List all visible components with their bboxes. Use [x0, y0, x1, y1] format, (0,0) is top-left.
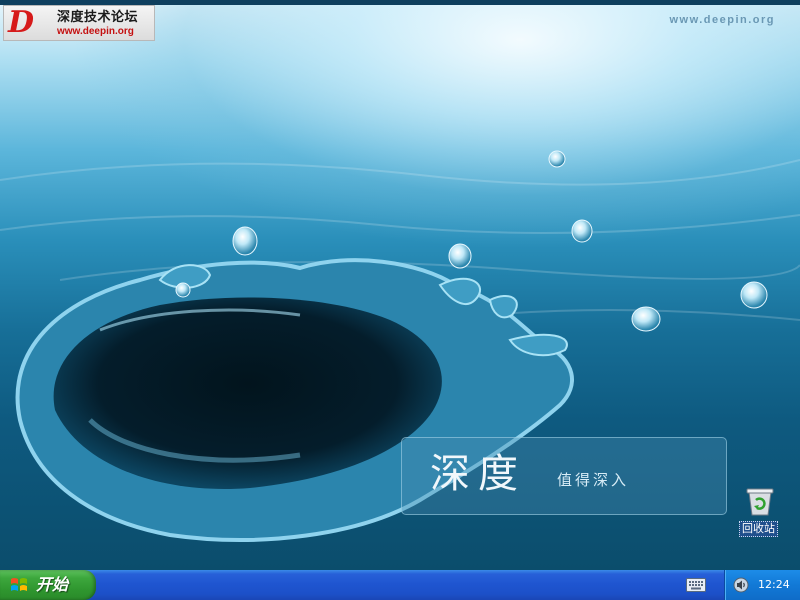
recycle-bin-label: 回收站 — [739, 521, 778, 537]
volume-icon[interactable] — [733, 577, 749, 593]
banner-subtitle: 值得深入 — [557, 471, 630, 489]
wallpaper-banner: 深度 值得深入 — [401, 437, 727, 515]
forum-logo: D 深度技术论坛 www.deepin.org — [3, 5, 155, 41]
logo-mark: D — [8, 5, 35, 40]
keyboard-icon[interactable] — [686, 578, 706, 592]
logo-title: 深度技术论坛 — [57, 10, 139, 25]
desktop-icon-recycle-bin[interactable]: 回收站 — [737, 486, 783, 540]
recycle-bin-icon — [746, 488, 774, 516]
desktop-background: D 深度技术论坛 www.deepin.org www.deepin.org 深… — [0, 0, 800, 570]
logo-url: www.deepin.org — [57, 26, 134, 37]
start-label: 开始 — [36, 575, 69, 594]
wallpaper-site-url: www.deepin.org — [669, 14, 775, 26]
start-button[interactable]: 开始 — [0, 570, 96, 600]
windows-logo-icon — [11, 578, 27, 591]
system-tray: 12:24 — [724, 570, 800, 600]
banner-title: 深度 — [430, 451, 526, 497]
taskbar: 开始 12:24 — [0, 570, 800, 600]
clock[interactable]: 12:24 — [758, 577, 790, 593]
